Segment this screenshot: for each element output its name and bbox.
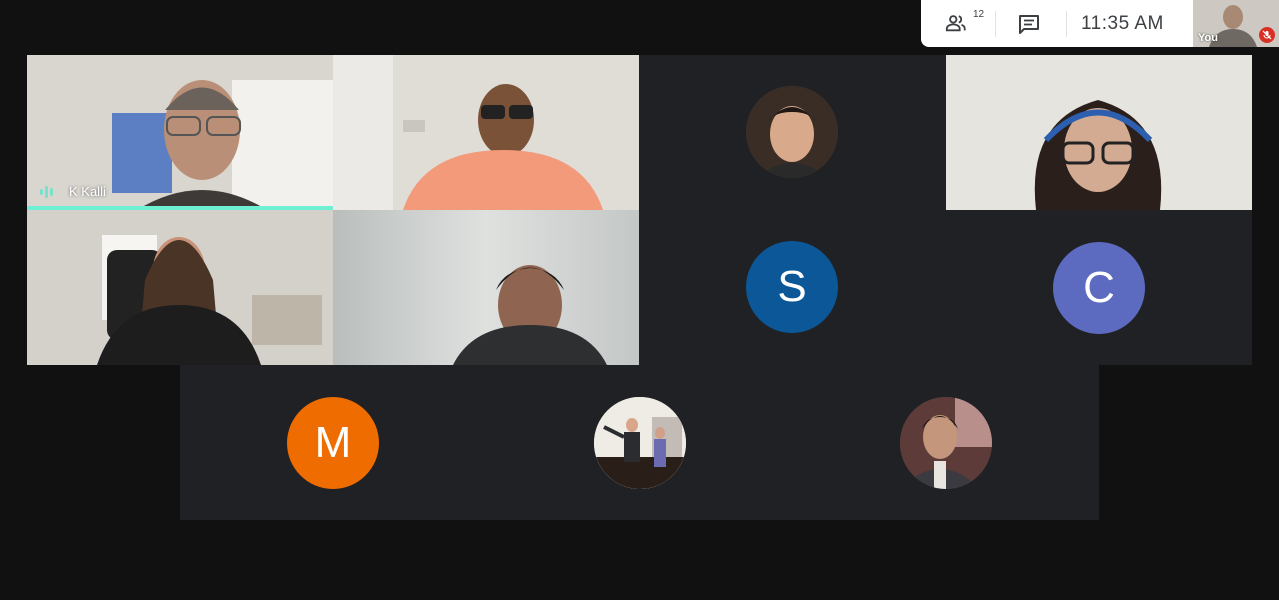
- divider: [1066, 11, 1067, 37]
- meeting-top-bar: 12 11:35 AM You: [921, 0, 1279, 47]
- participant-tile-k-kalli[interactable]: K Kalli: [27, 55, 333, 210]
- participant-tile[interactable]: [639, 55, 946, 210]
- participant-avatar-photo: [746, 86, 838, 178]
- participant-avatar: S: [746, 241, 838, 333]
- participant-avatar-photo: [900, 397, 992, 489]
- people-icon: [945, 15, 966, 32]
- participant-tile-m[interactable]: M: [180, 365, 486, 520]
- participant-tile[interactable]: [486, 365, 793, 520]
- participant-tile[interactable]: [333, 55, 639, 210]
- self-view-tile[interactable]: You: [1193, 0, 1279, 47]
- divider: [995, 11, 996, 37]
- participant-tile-s[interactable]: S: [639, 210, 946, 365]
- audio-level-icon: [40, 185, 53, 199]
- self-label: You: [1198, 32, 1218, 44]
- participant-name: K Kalli: [69, 184, 106, 199]
- chat-button[interactable]: [1005, 0, 1053, 47]
- participant-tile[interactable]: [27, 210, 333, 365]
- participant-avatar-photo: [594, 397, 686, 489]
- mic-off-icon[interactable]: [1259, 27, 1275, 43]
- participant-tile[interactable]: [946, 55, 1252, 210]
- chat-icon: [1019, 14, 1039, 34]
- participant-tile[interactable]: [793, 365, 1099, 520]
- participant-tile-c[interactable]: C: [946, 210, 1252, 365]
- participant-tile[interactable]: [333, 210, 639, 365]
- participant-video: [333, 55, 639, 210]
- participant-video: [333, 210, 639, 365]
- participants-count: 12: [973, 9, 985, 20]
- participants-button[interactable]: 12: [935, 0, 995, 47]
- participant-video: [27, 210, 333, 365]
- participant-avatar: M: [287, 397, 379, 489]
- meeting-clock: 11:35 AM: [1081, 13, 1164, 34]
- participant-video: [946, 55, 1252, 210]
- participant-avatar: C: [1053, 242, 1145, 334]
